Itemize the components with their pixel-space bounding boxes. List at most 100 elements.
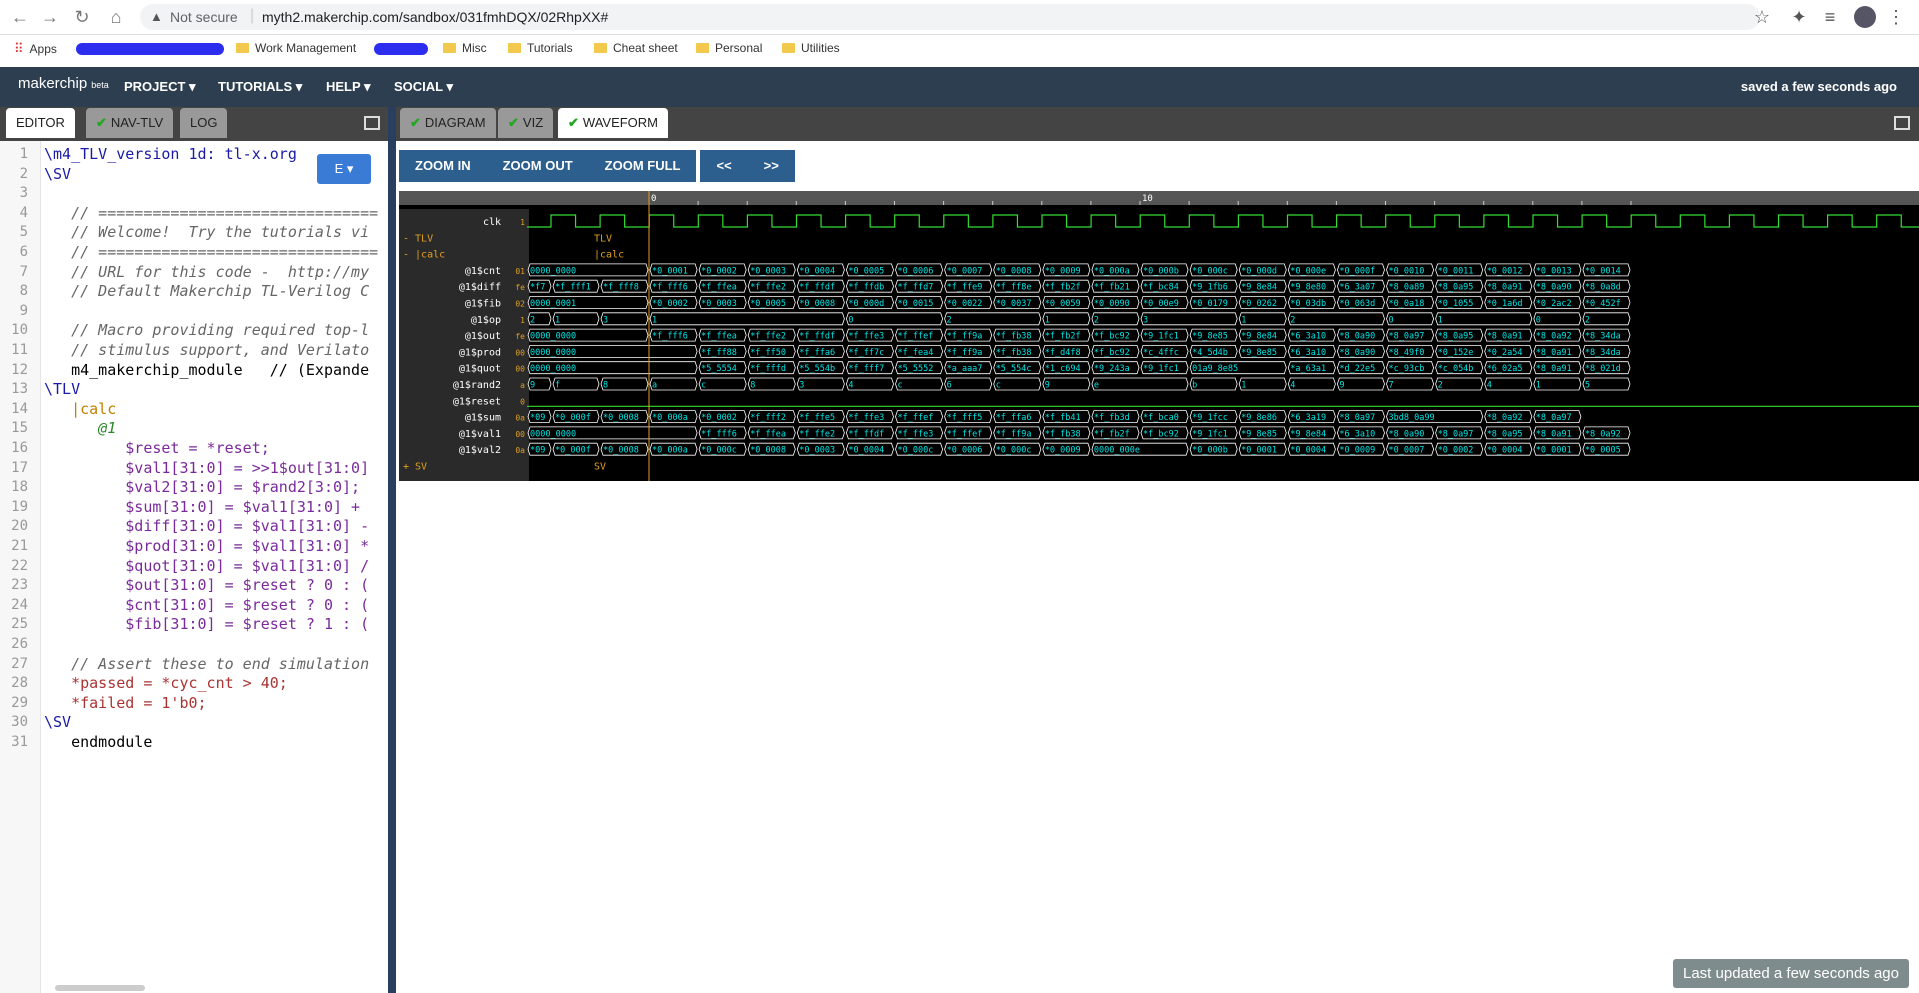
code-line[interactable]: $val1[31:0] = >>1$out[31:0] (44, 459, 369, 477)
signal-value-label: *0_0014 (1585, 266, 1621, 276)
code-line[interactable]: // =============================== (44, 243, 378, 261)
signal-value-label: *c_054b (1438, 364, 1474, 374)
panel-toggle-icon[interactable] (364, 116, 380, 130)
e-dropdown-button[interactable]: E ▾ (317, 154, 371, 184)
signal-value-label: *f_ffef (898, 413, 934, 423)
scroll-right-button[interactable]: >> (747, 150, 795, 182)
signal-value-label: *f_ff9a (996, 429, 1032, 439)
code-line[interactable]: // Welcome! Try the tutorials vi (44, 223, 369, 241)
tab-diagram[interactable]: ✔ DIAGRAM (400, 108, 496, 138)
code-line[interactable]: $fib[31:0] = $reset ? 1 : ( (44, 615, 369, 633)
code-line[interactable]: // =============================== (44, 204, 378, 222)
code-line[interactable]: // Assert these to end simulation (44, 655, 369, 673)
editor-scrollbar[interactable] (55, 985, 145, 991)
panel-divider[interactable] (388, 107, 396, 993)
kebab-menu-icon[interactable]: ⋮ (1884, 5, 1908, 29)
signal-value-label: *d_22e5 (1339, 364, 1375, 374)
bookmark-personal[interactable]: Personal (696, 41, 762, 55)
signal-value-label: *f_bc92 (1143, 429, 1179, 439)
code-line[interactable]: // URL for this code - http://my (44, 263, 369, 281)
home-icon[interactable]: ⌂ (104, 5, 128, 29)
reload-icon[interactable]: ↻ (70, 5, 94, 29)
signal-value-label: 9 (530, 381, 535, 391)
panel-toggle-icon[interactable] (1894, 116, 1910, 130)
tab-viz[interactable]: ✔ VIZ (498, 108, 554, 138)
signal-value-label: 0000_000e (1094, 446, 1140, 456)
code-line[interactable]: $reset = *reset; (44, 439, 270, 457)
zoom-out-button[interactable]: ZOOM OUT (486, 150, 589, 182)
code-editor[interactable]: 1 2 3 4 5 6 7 8 9 10 11 12 13 14 15 16 17 18 19 20 21 22 23 24 2… (0, 141, 388, 993)
bookmark-utilities[interactable]: Utilities (782, 41, 840, 55)
signal-value-label: 7 (1389, 381, 1394, 391)
tab-editor[interactable]: EDITOR (6, 108, 75, 138)
zoom-full-button[interactable]: ZOOM FULL (588, 150, 697, 182)
menu-social[interactable]: SOCIAL ▾ (394, 79, 453, 95)
signal-value-label: *9_8e86 (1241, 413, 1277, 423)
bookmark-tutorials[interactable]: Tutorials (508, 41, 573, 55)
bookmark-work-management[interactable]: Work Management (236, 41, 356, 55)
code-line[interactable]: \SV (44, 165, 71, 183)
code-line[interactable]: $cnt[31:0] = $reset ? 0 : ( (44, 596, 369, 614)
code-line[interactable]: // Default Makerchip TL-Verilog C (44, 282, 369, 300)
extensions-icon[interactable]: ✦ (1787, 5, 1811, 29)
code-line[interactable]: // Macro providing required top-l (44, 321, 369, 339)
signal-value-label: *0_000f (555, 413, 591, 423)
avatar[interactable] (1854, 6, 1876, 28)
media-icon[interactable]: ≡ (1818, 5, 1842, 29)
menu-help[interactable]: HELP ▾ (326, 79, 371, 95)
signal-value-label: *a_aaa7 (947, 364, 983, 374)
code-line[interactable]: // stimulus support, and Verilato (44, 341, 369, 359)
signal-value-label: 0 (1389, 315, 1394, 325)
code-line[interactable]: $val2[31:0] = $rand2[3:0]; (44, 478, 360, 496)
tab-waveform[interactable]: ✔ WAVEFORM (558, 108, 669, 138)
code-line[interactable]: $prod[31:0] = $val1[31:0] * (44, 537, 369, 555)
line-number: 4 (19, 204, 28, 221)
signal-current-value: 0a (515, 446, 525, 455)
code-line[interactable]: endmodule (44, 733, 152, 751)
url-text[interactable]: myth2.makerchip.com/sandbox/031fmhDQX/02… (262, 9, 608, 25)
address-bar[interactable]: ▲ Not secure | myth2.makerchip.com/sandb… (140, 4, 1760, 30)
code-line[interactable]: *failed = 1'b0; (44, 694, 206, 712)
code-line[interactable]: m4_makerchip_module // (Expande (44, 361, 369, 379)
code-line[interactable]: \m4_TLV_version 1d: tl-x.org (44, 145, 297, 163)
menu-project[interactable]: PROJECT ▾ (124, 79, 196, 95)
signal-value-label: 8 (603, 381, 608, 391)
signal-value-label: 0000_0000 (530, 266, 576, 276)
signal-value-label: *f_ffea (701, 332, 737, 342)
star-icon[interactable]: ☆ (1750, 5, 1774, 29)
signal-value-label: *6_3a07 (1339, 283, 1375, 293)
check-icon: ✔ (508, 115, 519, 130)
code-line[interactable]: $quot[31:0] = $val1[31:0] / (44, 557, 369, 575)
code-line[interactable]: \SV (44, 713, 71, 731)
not-secure-label: Not secure (170, 9, 238, 25)
code-line[interactable]: $out[31:0] = $reset ? 0 : ( (44, 576, 369, 594)
signal-value-label: *0_0262 (1241, 299, 1277, 309)
code-line[interactable]: @1 (44, 419, 116, 437)
bookmark-apps[interactable]: ⠿ Apps (14, 41, 57, 57)
signal-value-label: *f_ffe2 (750, 283, 786, 293)
waveform-canvas[interactable]: 0 10- TLV TLV- |calc |calcclk 1@1$cnt 01 0000_… (399, 191, 1919, 481)
code-line[interactable]: *passed = *cyc_cnt > 40; (44, 674, 288, 692)
code-line[interactable]: $sum[31:0] = $val1[31:0] + (44, 498, 360, 516)
signal-value-label: *f_ffea (701, 283, 737, 293)
code-line[interactable]: |calc (44, 400, 116, 418)
signal-value-label: *0_0008 (996, 266, 1032, 276)
bookmark-cheat-sheet[interactable]: Cheat sheet (594, 41, 678, 55)
signal-value-label: *0_0008 (603, 413, 639, 423)
zoom-in-button[interactable]: ZOOM IN (399, 150, 487, 182)
signal-value-label: *f_fb2f (1094, 429, 1130, 439)
forward-icon[interactable]: → (38, 5, 62, 29)
tab-log[interactable]: LOG (180, 108, 228, 138)
bookmark-misc[interactable]: Misc (443, 41, 487, 55)
tab-nav-tlv[interactable]: ✔ NAV-TLV (86, 108, 174, 138)
signal-value-label: *8_0a95 (1438, 283, 1474, 293)
signal-value-label: *9_1fb6 (1192, 283, 1228, 293)
zoom-toolbar: ZOOM IN ZOOM OUT ZOOM FULL << >> (399, 150, 795, 182)
menu-tutorials[interactable]: TUTORIALS ▾ (218, 79, 302, 95)
makerchip-logo[interactable]: makerchip beta (18, 75, 109, 92)
code-line[interactable]: \TLV (44, 380, 80, 398)
back-icon[interactable]: ← (8, 5, 32, 29)
scroll-left-button[interactable]: << (700, 150, 748, 182)
waveform-viewer[interactable]: 0 10- TLV TLV - |calc |calc clk 1 @1$cnt 01 0000_… (399, 191, 1919, 481)
code-line[interactable]: $diff[31:0] = $val1[31:0] - (44, 517, 369, 535)
